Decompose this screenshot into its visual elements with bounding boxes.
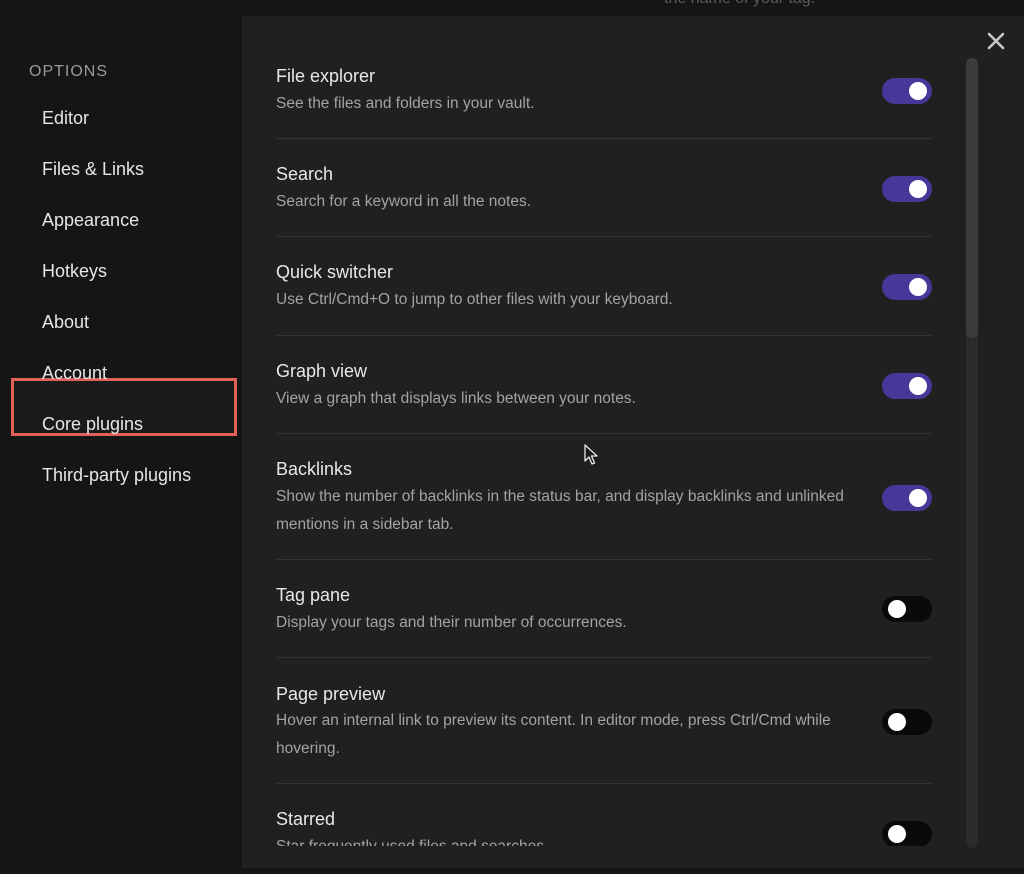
- row-divider: [276, 559, 932, 560]
- plugin-description: Use Ctrl/Cmd+O to jump to other files wi…: [276, 291, 673, 308]
- toggle-knob: [909, 180, 927, 198]
- plugin-toggle-quick-switcher[interactable]: [882, 274, 932, 300]
- settings-sidebar: [0, 16, 242, 874]
- plugin-title: Quick switcher: [276, 262, 394, 282]
- close-icon: [987, 32, 1005, 50]
- toggle-knob: [888, 713, 906, 731]
- plugin-description: View a graph that displays links between…: [276, 390, 636, 407]
- settings-window: the name of your tag. › a OPTIONS Editor…: [0, 0, 1024, 874]
- sidebar-heading: OPTIONS: [29, 63, 109, 80]
- plugin-description: Display your tags and their number of oc…: [276, 614, 627, 631]
- plugin-toggle-file-explorer[interactable]: [882, 78, 932, 104]
- sidebar-item-core-plugins[interactable]: Core plugins: [42, 414, 143, 435]
- sidebar-item-account[interactable]: Account: [42, 363, 107, 384]
- toggle-knob: [909, 278, 927, 296]
- plugin-description: Hover an internal link to preview its co…: [276, 712, 831, 757]
- plugin-toggle-backlinks[interactable]: [882, 485, 932, 511]
- plugin-toggle-tag-pane[interactable]: [882, 596, 932, 622]
- plugin-title: Tag pane: [276, 585, 351, 605]
- sidebar-item-hotkeys[interactable]: Hotkeys: [42, 261, 107, 282]
- sidebar-item-about[interactable]: About: [42, 312, 89, 333]
- plugin-toggle-starred[interactable]: [882, 821, 932, 846]
- toggle-knob: [909, 489, 927, 507]
- plugin-title: Search: [276, 164, 334, 184]
- plugin-description: See the files and folders in your vault.: [276, 95, 535, 112]
- plugin-title: Backlinks: [276, 459, 353, 479]
- sidebar-item-editor[interactable]: Editor: [42, 108, 89, 129]
- plugin-toggle-graph-view[interactable]: [882, 373, 932, 399]
- row-divider: [276, 783, 932, 784]
- scrollbar-thumb[interactable]: [966, 58, 978, 338]
- toggle-knob: [909, 377, 927, 395]
- plugin-description: Star frequently used files and searches.: [276, 833, 866, 846]
- plugin-title: Page preview: [276, 684, 386, 704]
- plugin-toggle-page-preview[interactable]: [882, 709, 932, 735]
- sidebar-item-files-links[interactable]: Files & Links: [42, 159, 144, 180]
- row-divider: [276, 433, 932, 434]
- toggle-knob: [909, 82, 927, 100]
- core-plugins-list: File explorer See the files and folders …: [276, 16, 932, 846]
- plugin-description: Show the number of backlinks in the stat…: [276, 488, 844, 533]
- background-hint-text: the name of your tag.: [664, 0, 815, 8]
- toggle-knob: [888, 600, 906, 618]
- sidebar-item-third-party-plugins[interactable]: Third-party plugins: [42, 465, 191, 486]
- plugin-title: Graph view: [276, 361, 368, 381]
- sidebar-item-appearance[interactable]: Appearance: [42, 210, 139, 231]
- mouse-pointer-icon: [584, 444, 600, 471]
- toggle-knob: [888, 825, 906, 843]
- row-divider: [276, 138, 932, 139]
- row-divider: [276, 236, 932, 237]
- row-divider: [276, 657, 932, 658]
- row-divider: [276, 335, 932, 336]
- plugin-toggle-search[interactable]: [882, 176, 932, 202]
- plugin-title: Starred: [276, 809, 336, 829]
- plugin-title: File explorer: [276, 66, 376, 86]
- close-button[interactable]: [984, 29, 1008, 53]
- plugin-description: Search for a keyword in all the notes.: [276, 193, 532, 210]
